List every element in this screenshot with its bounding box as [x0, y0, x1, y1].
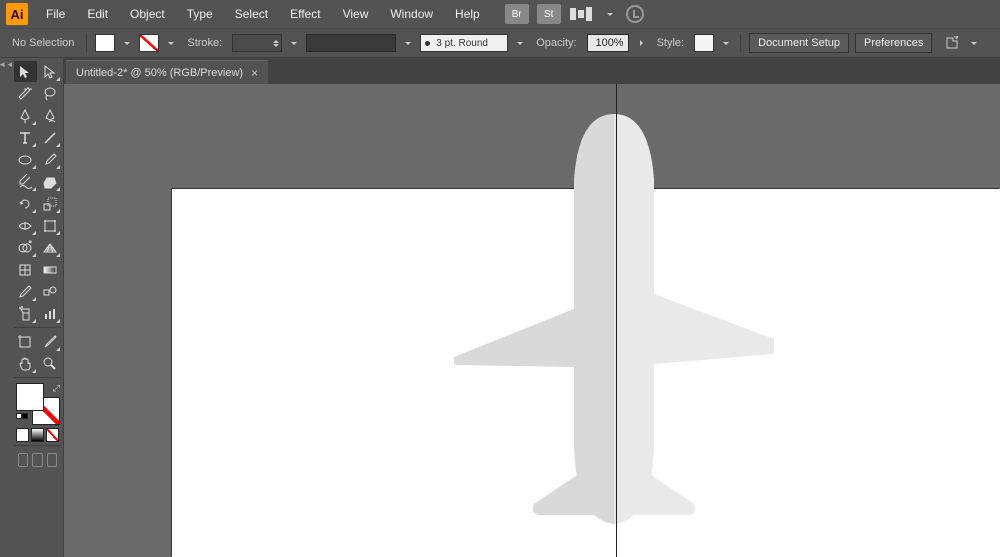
main-area: ◄◄: [0, 58, 1000, 557]
preferences-button[interactable]: Preferences: [855, 33, 932, 53]
tab-bar: Untitled-2* @ 50% (RGB/Preview) ×: [64, 58, 1000, 84]
menu-help[interactable]: Help: [445, 3, 490, 25]
eyedropper-tool[interactable]: [14, 281, 37, 302]
brush-label: 3 pt. Round: [436, 38, 488, 49]
stock-icon[interactable]: St: [537, 4, 561, 24]
variable-width-dropdown[interactable]: [402, 34, 414, 52]
screen-modes: [14, 451, 61, 469]
selection-label: No Selection: [8, 37, 78, 49]
opacity-label: Opacity:: [532, 37, 580, 49]
stroke-swatch[interactable]: [139, 34, 159, 52]
type-tool[interactable]: [14, 127, 37, 148]
document-area: Untitled-2* @ 50% (RGB/Preview) ×: [64, 58, 1000, 557]
control-bar: No Selection Stroke: 3 pt. Round Opacity…: [0, 28, 1000, 58]
brush-definition[interactable]: 3 pt. Round: [420, 34, 508, 52]
fill-color-icon[interactable]: [16, 383, 44, 411]
rotate-tool[interactable]: [14, 193, 37, 214]
align-to-icon[interactable]: [942, 36, 962, 50]
zoom-tool[interactable]: [39, 353, 62, 374]
eraser-tool[interactable]: [39, 171, 62, 192]
slice-tool[interactable]: [39, 331, 62, 352]
perspective-grid-tool[interactable]: [39, 237, 62, 258]
width-tool[interactable]: [14, 215, 37, 236]
opacity-dropdown[interactable]: [632, 37, 650, 49]
color-modes: [14, 428, 61, 442]
app-logo: Ai: [6, 3, 28, 25]
blend-tool[interactable]: [39, 281, 62, 302]
sync-settings-icon[interactable]: [626, 5, 644, 23]
selection-tool[interactable]: [14, 61, 37, 82]
menu-select[interactable]: Select: [225, 3, 278, 25]
menu-window[interactable]: Window: [380, 3, 443, 25]
opacity-input[interactable]: 100%: [587, 34, 629, 52]
separator: [86, 34, 87, 52]
document-setup-button[interactable]: Document Setup: [749, 33, 849, 53]
stroke-dropdown[interactable]: [165, 34, 177, 52]
color-mode-none[interactable]: [46, 428, 59, 442]
menu-edit[interactable]: Edit: [77, 3, 118, 25]
style-label: Style:: [653, 37, 689, 49]
fill-swatch[interactable]: [95, 34, 115, 52]
draw-behind-icon[interactable]: [32, 453, 42, 467]
symbol-sprayer-tool[interactable]: [14, 303, 37, 324]
curvature-tool[interactable]: [39, 105, 62, 126]
hand-tool[interactable]: [14, 353, 37, 374]
panel-edge: ◄◄: [0, 58, 12, 557]
separator: [740, 34, 741, 52]
close-tab-icon[interactable]: ×: [251, 66, 258, 80]
style-swatch[interactable]: [694, 34, 714, 52]
artboard-tool[interactable]: [14, 331, 37, 352]
menu-object[interactable]: Object: [120, 3, 175, 25]
toolbox: ⤢: [12, 58, 64, 557]
menubar: Ai File Edit Object Type Select Effect V…: [0, 0, 1000, 28]
shape-builder-tool[interactable]: [14, 237, 37, 258]
column-graph-tool[interactable]: [39, 303, 62, 324]
lasso-tool[interactable]: [39, 83, 62, 104]
menu-view[interactable]: View: [333, 3, 379, 25]
bridge-icon[interactable]: Br: [505, 4, 529, 24]
draw-inside-icon[interactable]: [47, 453, 57, 467]
color-mode-gradient[interactable]: [31, 428, 44, 442]
brush-dropdown[interactable]: [514, 34, 526, 52]
fill-stroke-selector[interactable]: ⤢: [14, 383, 62, 425]
line-segment-tool[interactable]: [39, 127, 62, 148]
tab-title: Untitled-2* @ 50% (RGB/Preview): [76, 67, 243, 79]
swap-fill-stroke-icon[interactable]: ⤢: [53, 383, 60, 394]
stroke-weight-dropdown[interactable]: [288, 34, 300, 52]
ellipse-tool[interactable]: [14, 149, 37, 170]
canvas[interactable]: [64, 84, 1000, 557]
magic-wand-tool[interactable]: [14, 83, 37, 104]
align-dropdown[interactable]: [968, 34, 980, 52]
variable-width-profile[interactable]: [306, 34, 396, 52]
menu-type[interactable]: Type: [177, 3, 223, 25]
airplane-artwork: [454, 109, 774, 539]
menu-effect[interactable]: Effect: [280, 3, 330, 25]
document-tab[interactable]: Untitled-2* @ 50% (RGB/Preview) ×: [66, 60, 268, 84]
style-dropdown[interactable]: [720, 34, 732, 52]
free-transform-tool[interactable]: [39, 215, 62, 236]
workspace-dropdown[interactable]: [604, 5, 616, 23]
scale-tool[interactable]: [39, 193, 62, 214]
fill-dropdown[interactable]: [121, 34, 133, 52]
stroke-label: Stroke:: [183, 37, 226, 49]
color-mode-solid[interactable]: [16, 428, 29, 442]
draw-normal-icon[interactable]: [18, 453, 28, 467]
vertical-guide[interactable]: [616, 84, 617, 557]
default-fill-stroke-icon[interactable]: [16, 413, 28, 425]
pen-tool[interactable]: [14, 105, 37, 126]
paintbrush-tool[interactable]: [39, 149, 62, 170]
workspace-switcher-icon[interactable]: [570, 6, 598, 22]
gradient-tool[interactable]: [39, 259, 62, 280]
direct-selection-tool[interactable]: [39, 61, 62, 82]
mesh-tool[interactable]: [14, 259, 37, 280]
shaper-tool[interactable]: [14, 171, 37, 192]
menu-file[interactable]: File: [36, 3, 75, 25]
stroke-weight-input[interactable]: [232, 34, 282, 52]
